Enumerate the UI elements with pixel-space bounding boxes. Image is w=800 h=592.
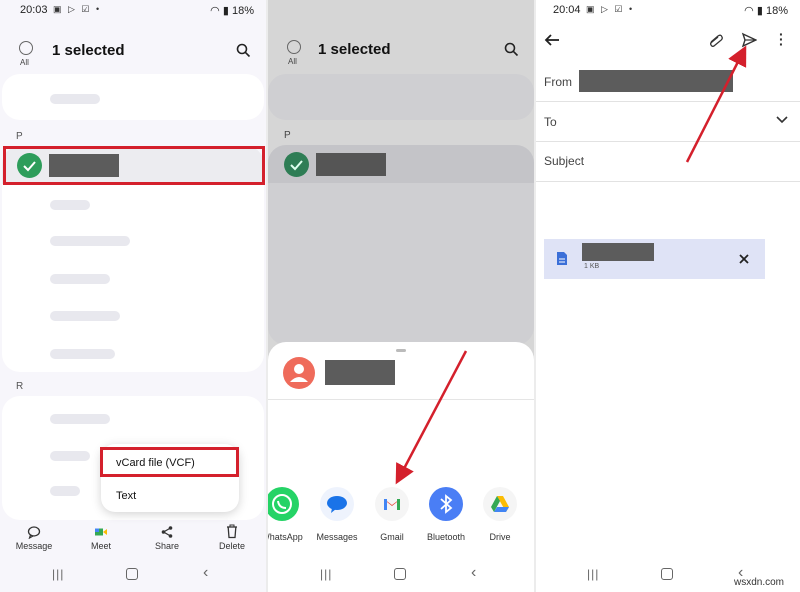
drive-icon[interactable] [483,487,517,521]
redacted-file-name [582,243,654,261]
blurred-text [50,311,120,321]
wifi-icon: ◠ [744,5,754,17]
watermark: wsxdn.com [734,577,785,588]
status-time: 20:04 [553,4,581,16]
text-option[interactable]: Text [116,490,136,502]
more-options-icon[interactable]: · · · [779,27,784,51]
status-bar: 20:03 ▣ ▷ ☑ • ◠ ▮ 18% [0,0,266,20]
selection-title: 1 selected [52,42,125,59]
notification-icons: ▣ ▷ ☑ • [586,4,635,14]
whatsapp-icon[interactable] [268,487,299,521]
bluetooth-icon[interactable] [429,487,463,521]
recents-icon[interactable]: ||| [587,567,599,581]
subject-field[interactable]: Subject [544,154,584,168]
blurred-text [50,236,130,246]
home-icon[interactable] [661,568,673,580]
all-label: All [20,58,29,67]
close-icon[interactable] [739,254,749,264]
back-icon[interactable]: ‹ [203,564,208,582]
field-divider [536,101,800,102]
selected-check-icon [284,152,309,177]
select-all-checkbox[interactable] [287,40,301,54]
send-icon[interactable] [741,32,757,48]
contact-card-dimmed [268,74,534,120]
message-icon[interactable] [27,525,41,539]
home-icon[interactable] [126,568,138,580]
to-label: To [544,115,557,129]
all-label: All [288,57,297,66]
redacted-sender-email [579,70,733,92]
contact-card-blurred [2,74,264,120]
notification-icons: ▣ ▷ ☑ • [53,4,102,14]
blurred-text [50,486,80,496]
gmail-label[interactable]: Gmail [362,532,422,542]
wifi-icon: ◠ [210,5,220,17]
meet-icon[interactable] [94,525,108,539]
status-right: ◠ ▮ 18% [744,4,788,17]
gmail-icon[interactable] [375,487,409,521]
screenshot-composite: 20:03 ▣ ▷ ☑ • ◠ ▮ 18% All 1 selected P R… [0,0,800,592]
highlight-box [3,146,265,185]
bottom-action-bar: Message Meet Share Delete [0,522,266,554]
section-header-r: R [16,381,24,392]
status-right: ◠ ▮ 18% [210,4,254,17]
share-sheet-panel: All 1 selected P hatsApp Messages Gmail … [268,0,534,592]
blurred-text [50,349,115,359]
share-action-label[interactable]: Share [142,541,192,551]
file-icon [557,252,567,265]
blurred-text [50,94,100,104]
message-action-label[interactable]: Message [9,541,59,551]
home-icon[interactable] [394,568,406,580]
battery-level: 18% [231,5,254,17]
selection-title: 1 selected [318,41,391,58]
field-divider [536,141,800,142]
share-icon[interactable] [160,525,174,539]
delete-action-label[interactable]: Delete [207,541,257,551]
blurred-text [50,414,110,424]
blurred-text [50,274,110,284]
share-sheet: WhatsApp Messages Gmail Bluetooth Drive [268,342,534,592]
signal-icon: ▮ [222,5,229,17]
section-header-p: P [16,131,23,142]
status-bar: 20:04 ▣ ▷ ☑ • ◠ ▮ 18% [536,0,800,20]
status-time: 20:03 [20,4,48,16]
back-arrow-icon[interactable] [544,33,560,47]
attach-icon[interactable] [708,33,724,47]
meet-action-label[interactable]: Meet [76,541,126,551]
whatsapp-label[interactable]: WhatsApp [268,532,312,542]
messages-icon[interactable] [320,487,354,521]
attachment-chip[interactable]: 1 KB [544,239,765,279]
from-label: From [544,75,572,89]
recents-icon[interactable]: ||| [52,567,64,581]
bluetooth-label[interactable]: Bluetooth [416,532,476,542]
attachment-size: 1 KB [584,263,600,270]
redacted-contact-name [316,153,386,176]
blurred-text [50,451,90,461]
sheet-divider [268,399,534,400]
battery-level: 18% [765,5,788,17]
highlight-box [100,447,239,477]
search-icon[interactable] [504,42,519,57]
signal-icon: ▮ [756,5,763,17]
messages-label[interactable]: Messages [307,532,367,542]
field-divider [536,181,800,182]
contact-avatar-icon [283,357,315,389]
contacts-panel: 20:03 ▣ ▷ ☑ • ◠ ▮ 18% All 1 selected P R… [0,0,266,592]
chevron-down-icon[interactable] [776,116,788,124]
section-header-p: P [284,130,291,141]
blurred-text [50,200,90,210]
search-icon[interactable] [236,43,251,58]
drive-label[interactable]: Drive [470,532,530,542]
trash-icon[interactable] [225,524,239,539]
drag-handle[interactable] [396,349,406,352]
back-icon[interactable]: ‹ [471,564,476,582]
select-all-checkbox[interactable] [19,41,33,55]
recents-icon[interactable]: ||| [320,567,332,581]
compose-email-panel: 20:04 ▣ ▷ ☑ • ◠ ▮ 18% · · · From To Subjec… [536,0,800,592]
redacted-contact-name [325,360,395,385]
